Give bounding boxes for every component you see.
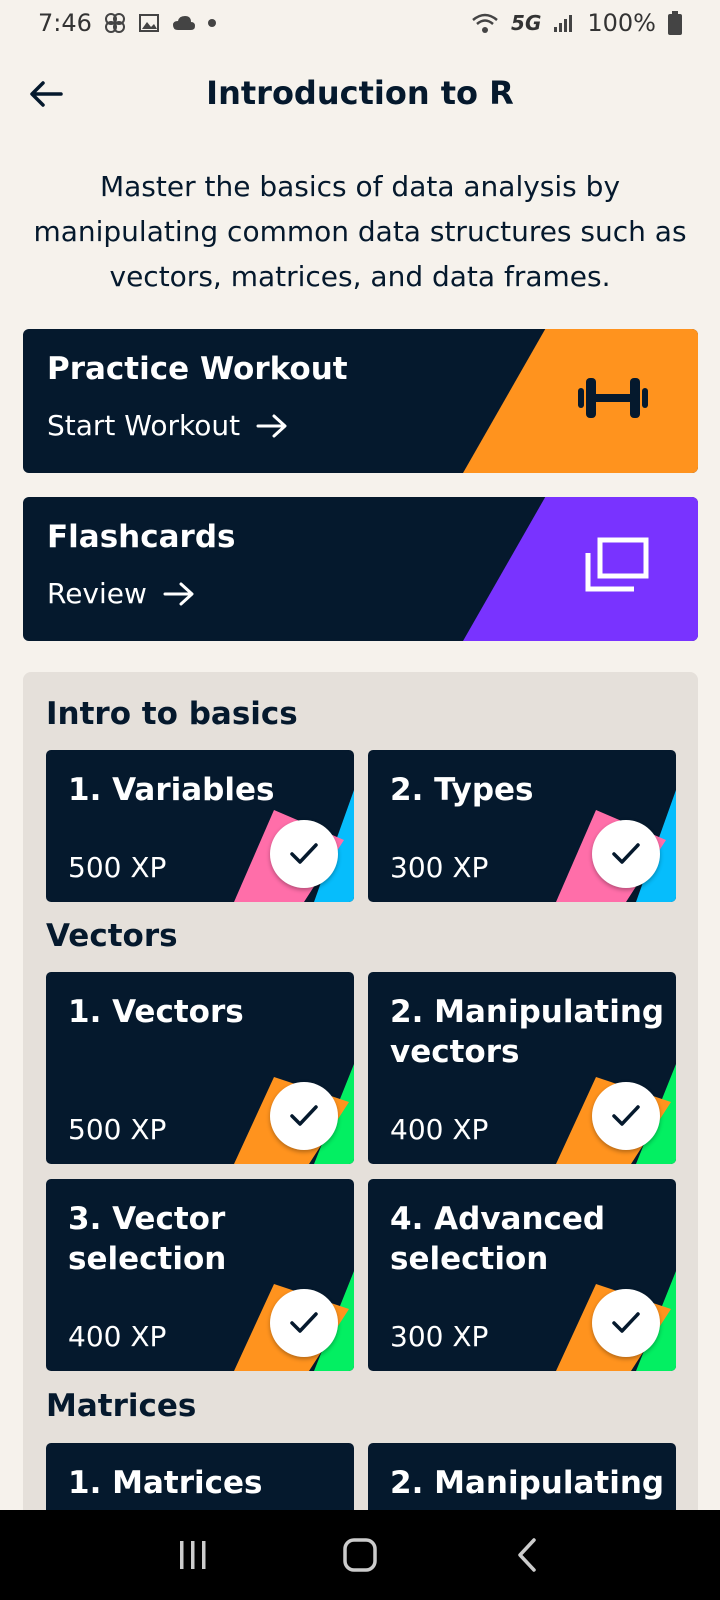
lesson-card-advanced-selection[interactable]: 4. Advanced selection 300 XP: [368, 1179, 676, 1371]
review-label: Review: [47, 577, 147, 610]
lesson-card-variables[interactable]: 1. Variables 500 XP: [46, 750, 354, 902]
lesson-xp: 500 XP: [68, 1113, 167, 1146]
lesson-xp: 300 XP: [390, 851, 489, 884]
section-title-intro-to-basics: Intro to basics: [46, 696, 298, 732]
page-title: Introduction to R: [206, 74, 514, 112]
lesson-title: 2. Manipulating vectors: [390, 994, 665, 1070]
network-label: 5G: [511, 11, 542, 35]
chevron-left-icon: [517, 1538, 536, 1572]
status-right: 5G 100%: [471, 9, 682, 37]
lesson-card-vector-selection[interactable]: 3. Vector selection 400 XP: [46, 1179, 354, 1371]
lesson-card-matrices[interactable]: 1. Matrices: [46, 1443, 354, 1512]
completed-check-icon: [592, 1289, 660, 1357]
wifi-icon: [471, 12, 499, 34]
status-time: 7:46: [38, 9, 92, 37]
arrow-right-icon: [256, 414, 287, 437]
completed-check-icon: [592, 1082, 660, 1150]
cloud-icon: [172, 14, 196, 32]
battery-icon: [668, 11, 682, 35]
flashcards-card[interactable]: Flashcards Review: [23, 497, 698, 641]
section-title-vectors: Vectors: [46, 918, 178, 954]
flashcards-title: Flashcards: [47, 519, 236, 555]
home-icon: [343, 1538, 377, 1572]
lesson-title: 1. Variables: [68, 772, 275, 808]
flashcards-accent: [463, 497, 698, 641]
completed-check-icon: [270, 1082, 338, 1150]
gallery-icon: [138, 12, 160, 34]
start-workout-link[interactable]: Start Workout: [47, 409, 288, 442]
back-button[interactable]: [28, 76, 64, 112]
system-back-button[interactable]: [497, 1525, 557, 1585]
lesson-card-manipulating-vectors[interactable]: 2. Manipulating vectors 400 XP: [368, 972, 676, 1164]
recent-apps-button[interactable]: [163, 1525, 223, 1585]
lesson-title: 2. Manipulating: [390, 1465, 665, 1501]
app-header: Introduction to R: [0, 60, 720, 126]
lesson-xp: 500 XP: [68, 851, 167, 884]
lesson-card-types[interactable]: 2. Types 300 XP: [368, 750, 676, 902]
lesson-card-vectors[interactable]: 1. Vectors 500 XP: [46, 972, 354, 1164]
signal-icon: [553, 13, 575, 33]
notification-dot-icon: [207, 19, 216, 27]
lesson-title: 3. Vector selection: [68, 1201, 227, 1277]
arrow-left-icon: [30, 81, 63, 107]
section-title-matrices: Matrices: [46, 1388, 197, 1424]
status-left: 7:46: [38, 9, 216, 37]
lesson-title: 4. Advanced selection: [390, 1201, 606, 1277]
lesson-xp: 400 XP: [68, 1320, 167, 1353]
start-workout-label: Start Workout: [47, 409, 241, 442]
recent-apps-icon: [180, 1541, 206, 1569]
dumbbell-icon: [576, 375, 650, 425]
arrow-right-icon: [163, 582, 194, 605]
lesson-title: 1. Matrices: [68, 1465, 263, 1501]
completed-check-icon: [270, 1289, 338, 1357]
completed-check-icon: [270, 820, 338, 888]
lesson-card-manipulating-matrices[interactable]: 2. Manipulating: [368, 1443, 676, 1512]
status-bar: 7:46 5G 100%: [0, 0, 720, 46]
course-description: Master the basics of data analysis by ma…: [33, 170, 687, 293]
lesson-xp: 400 XP: [390, 1113, 489, 1146]
lesson-xp: 300 XP: [390, 1320, 489, 1353]
practice-workout-card[interactable]: Practice Workout Start Workout: [23, 329, 698, 473]
review-link[interactable]: Review: [47, 577, 195, 610]
practice-title: Practice Workout: [47, 351, 348, 387]
system-nav-bar: [0, 1510, 720, 1600]
pinwheel-icon: [104, 12, 126, 34]
lesson-title: 1. Vectors: [68, 994, 244, 1030]
battery-level: 100%: [587, 9, 656, 37]
cards-icon: [584, 537, 650, 597]
course-outline-panel: Intro to basics 1. Variables 500 XP 2. T…: [23, 672, 698, 1512]
completed-check-icon: [592, 820, 660, 888]
lesson-title: 2. Types: [390, 772, 534, 808]
home-button[interactable]: [330, 1525, 390, 1585]
